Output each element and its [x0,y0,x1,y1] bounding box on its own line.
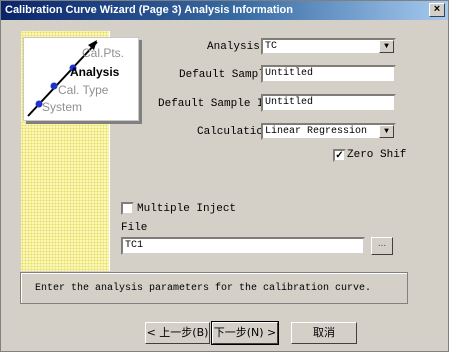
multiple-inject-label: Multiple Inject [137,203,237,215]
instruction-text: Enter the analysis parameters for the ca… [35,283,372,294]
analysis-value: TC [265,41,278,52]
cancel-button-label: 取消 [313,326,335,339]
analysis-label: Analysis: [207,41,267,53]
file-label: File [121,222,148,234]
zero-shift-checkbox[interactable]: ✓ [333,149,346,162]
browse-label: ... [377,238,387,249]
multiple-inject-checkbox[interactable] [121,202,134,215]
calculation-value: Linear Regression [265,126,368,137]
zero-shift-label: Zero Shif [347,149,407,161]
file-field[interactable]: TC1 [121,237,365,255]
calculation-label: Calculation [197,126,270,138]
default-sample-label: Default Sample [179,69,272,81]
chevron-down-icon[interactable]: ▼ [379,40,394,53]
default-sample-field[interactable]: Untitled [261,65,396,83]
close-button[interactable]: × [429,3,445,17]
default-sample-id-label: Default Sample ID: [158,98,277,110]
wizard-steps-graphic: Cal.Pts. Analysis Cal. Type System [23,37,139,121]
file-value: TC1 [125,240,144,251]
chevron-down-icon[interactable]: ▼ [379,125,394,138]
wizard-window: Calibration Curve Wizard (Page 3) Analys… [0,0,449,352]
title-bar: Calibration Curve Wizard (Page 3) Analys… [1,1,448,20]
analysis-dropdown[interactable]: TC ▼ [261,38,396,55]
instruction-panel: Enter the analysis parameters for the ca… [20,272,408,304]
next-button-label: 下一步(N) > [213,326,277,339]
checkmark-icon: ✓ [335,150,344,161]
cancel-button[interactable]: 取消 [291,322,357,344]
default-sample-id-field[interactable]: Untitled [261,94,396,112]
close-icon: × [433,3,441,15]
step-system: System [42,100,83,114]
default-sample-value: Untitled [265,68,314,79]
next-button[interactable]: 下一步(N) > [211,321,279,345]
back-button[interactable]: < 上一步(B) [145,322,210,344]
window-title: Calibration Curve Wizard (Page 3) Analys… [5,4,293,16]
browse-button[interactable]: ... [371,237,393,255]
calculation-dropdown[interactable]: Linear Regression ▼ [261,123,396,140]
default-sample-id-value: Untitled [265,97,314,108]
step-cal-type: Cal. Type [58,83,109,97]
back-button-label: < 上一步(B) [146,326,209,339]
step-cal-pts: Cal.Pts. [82,46,125,60]
step-analysis: Analysis [70,65,120,79]
